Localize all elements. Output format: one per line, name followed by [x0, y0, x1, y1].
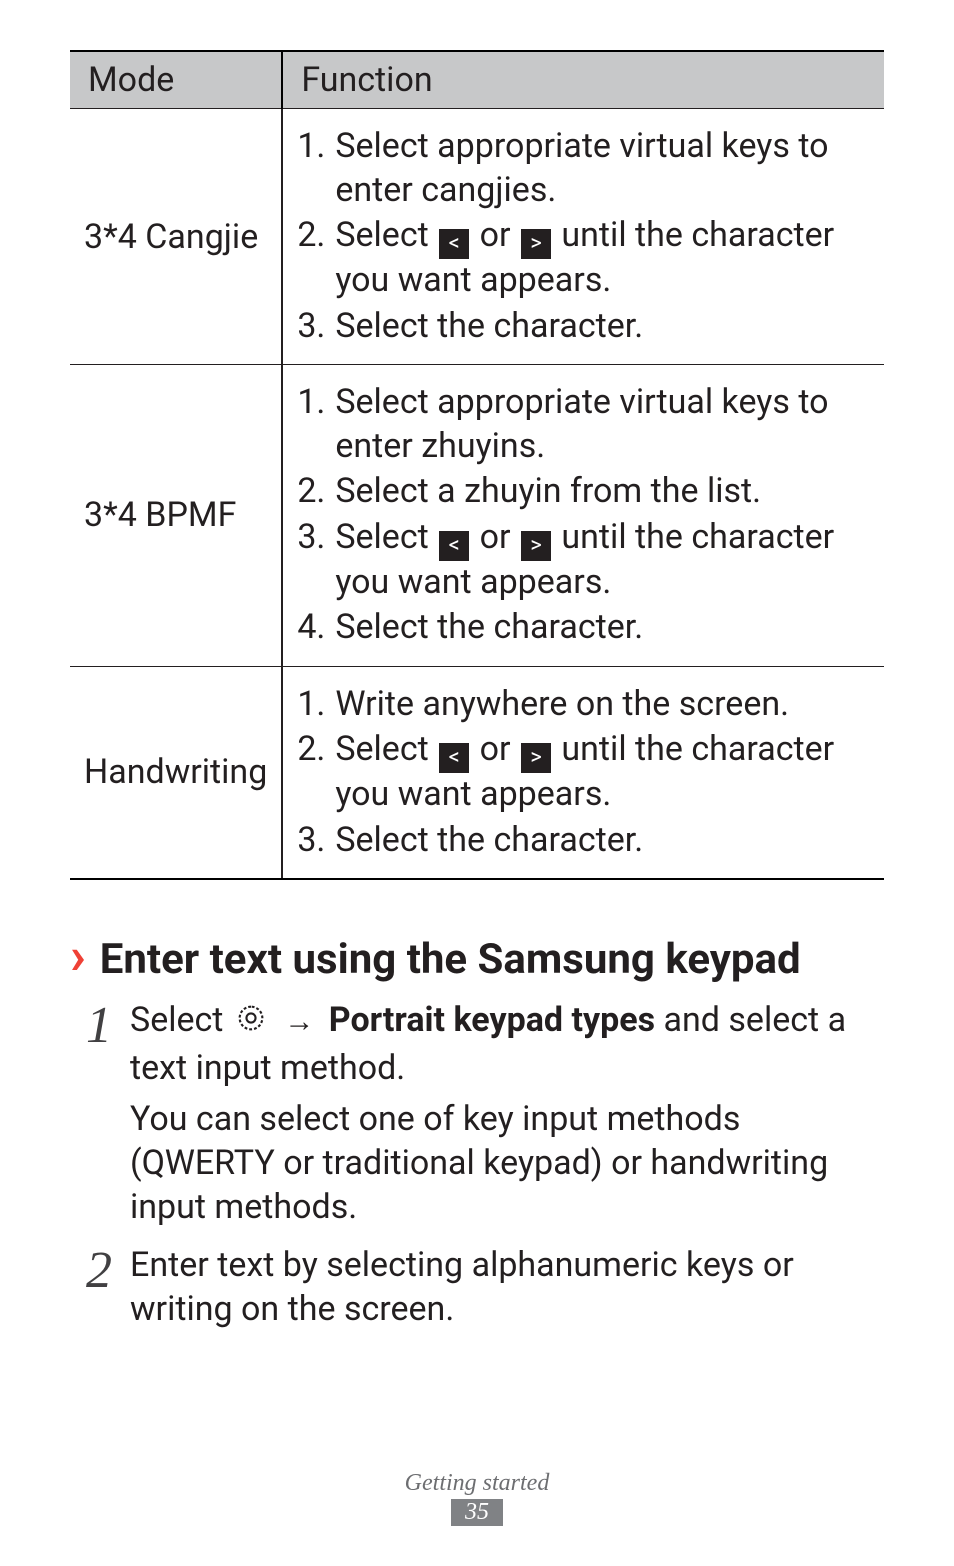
- step-number: 4.: [297, 606, 335, 650]
- step-number: 1.: [297, 683, 335, 727]
- step-text: Select the character.: [335, 606, 870, 650]
- step-item: 1.Write anywhere on the screen.: [297, 683, 870, 727]
- step-item: 2.Select < or > until the character you …: [297, 214, 870, 303]
- step-item: 3.Select the character.: [297, 305, 870, 349]
- mode-cell: 3*4 BPMF: [70, 365, 282, 667]
- step-number: 2.: [297, 470, 335, 514]
- page: Mode Function 3*4 Cangjie1.Select approp…: [0, 0, 954, 1566]
- step-text: Select appropriate virtual keys to enter…: [335, 125, 870, 212]
- step-text: Select < or > until the character you wa…: [335, 214, 870, 303]
- footer-text: Getting started: [0, 1470, 954, 1497]
- step-number: 1.: [297, 125, 335, 169]
- step-number: 3.: [297, 819, 335, 863]
- page-number: 35: [451, 1499, 503, 1526]
- step-number: 3.: [297, 516, 335, 560]
- chevron-right-icon: ›: [70, 930, 86, 982]
- bold-label: Portrait keypad types: [329, 1000, 655, 1040]
- item-number: 1: [70, 998, 112, 1052]
- step-number: 3.: [297, 305, 335, 349]
- function-cell: 1.Write anywhere on the screen.2.Select …: [282, 666, 884, 879]
- footer: Getting started 35: [0, 1470, 954, 1526]
- item-line: Enter text by selecting alphanumeric key…: [130, 1243, 884, 1331]
- steps-list: 1.Write anywhere on the screen.2.Select …: [297, 683, 870, 863]
- steps-list: 1.Select appropriate virtual keys to ent…: [297, 125, 870, 348]
- header-mode: Mode: [70, 51, 282, 109]
- item-text: Select → Portrait keypad types and selec…: [130, 998, 884, 1229]
- step-item: 3.Select the character.: [297, 819, 870, 863]
- step-item: 2.Select < or > until the character you …: [297, 728, 870, 817]
- list-item: 2 Enter text by selecting alphanumeric ke…: [70, 1243, 884, 1331]
- item-line: Select → Portrait keypad types and selec…: [130, 998, 884, 1090]
- step-number: 2.: [297, 728, 335, 772]
- step-text: Select < or > until the character you wa…: [335, 516, 870, 605]
- chevron-right-icon: >: [521, 229, 551, 259]
- table-row: 3*4 Cangjie1.Select appropriate virtual …: [70, 109, 884, 365]
- section: › Enter text using the Samsung keypad 1S…: [70, 930, 884, 1331]
- chevron-right-icon: >: [521, 531, 551, 561]
- function-cell: 1.Select appropriate virtual keys to ent…: [282, 109, 884, 365]
- step-text: Select a zhuyin from the list.: [335, 470, 870, 514]
- mode-cell: 3*4 Cangjie: [70, 109, 282, 365]
- list-item: 1 Select → Portrait keypad types and sele…: [70, 998, 884, 1229]
- item-subtext: You can select one of key input methods …: [130, 1097, 884, 1230]
- section-title: Enter text using the Samsung keypad: [100, 935, 801, 984]
- step-number: 1.: [297, 381, 335, 425]
- chevron-left-icon: <: [439, 531, 469, 561]
- numbered-list: 1 Select → Portrait keypad types and sele…: [70, 998, 884, 1331]
- step-text: Select the character.: [335, 819, 870, 863]
- step-item: 3.Select < or > until the character you …: [297, 516, 870, 605]
- header-function: Function: [282, 51, 884, 109]
- table-row: 3*4 BPMF1.Select appropriate virtual key…: [70, 365, 884, 667]
- function-cell: 1.Select appropriate virtual keys to ent…: [282, 365, 884, 667]
- modes-table: Mode Function 3*4 Cangjie1.Select approp…: [70, 50, 884, 880]
- chevron-right-icon: >: [521, 743, 551, 773]
- mode-cell: Handwriting: [70, 666, 282, 879]
- step-item: 4.Select the character.: [297, 606, 870, 650]
- step-item: 1.Select appropriate virtual keys to ent…: [297, 125, 870, 212]
- step-text: Write anywhere on the screen.: [335, 683, 870, 727]
- step-text: Select < or > until the character you wa…: [335, 728, 870, 817]
- table-header-row: Mode Function: [70, 51, 884, 109]
- steps-list: 1.Select appropriate virtual keys to ent…: [297, 381, 870, 650]
- chevron-left-icon: <: [439, 229, 469, 259]
- section-header: › Enter text using the Samsung keypad: [70, 930, 884, 984]
- step-number: 2.: [297, 214, 335, 258]
- item-text: Enter text by selecting alphanumeric key…: [130, 1243, 884, 1331]
- step-text: Select the character.: [335, 305, 870, 349]
- arrow-right-icon: →: [284, 1004, 314, 1039]
- step-item: 2.Select a zhuyin from the list.: [297, 470, 870, 514]
- gear-icon: [234, 1001, 268, 1046]
- table-row: Handwriting1.Write anywhere on the scree…: [70, 666, 884, 879]
- item-number: 2: [70, 1243, 112, 1297]
- step-item: 1.Select appropriate virtual keys to ent…: [297, 381, 870, 468]
- chevron-left-icon: <: [439, 743, 469, 773]
- step-text: Select appropriate virtual keys to enter…: [335, 381, 870, 468]
